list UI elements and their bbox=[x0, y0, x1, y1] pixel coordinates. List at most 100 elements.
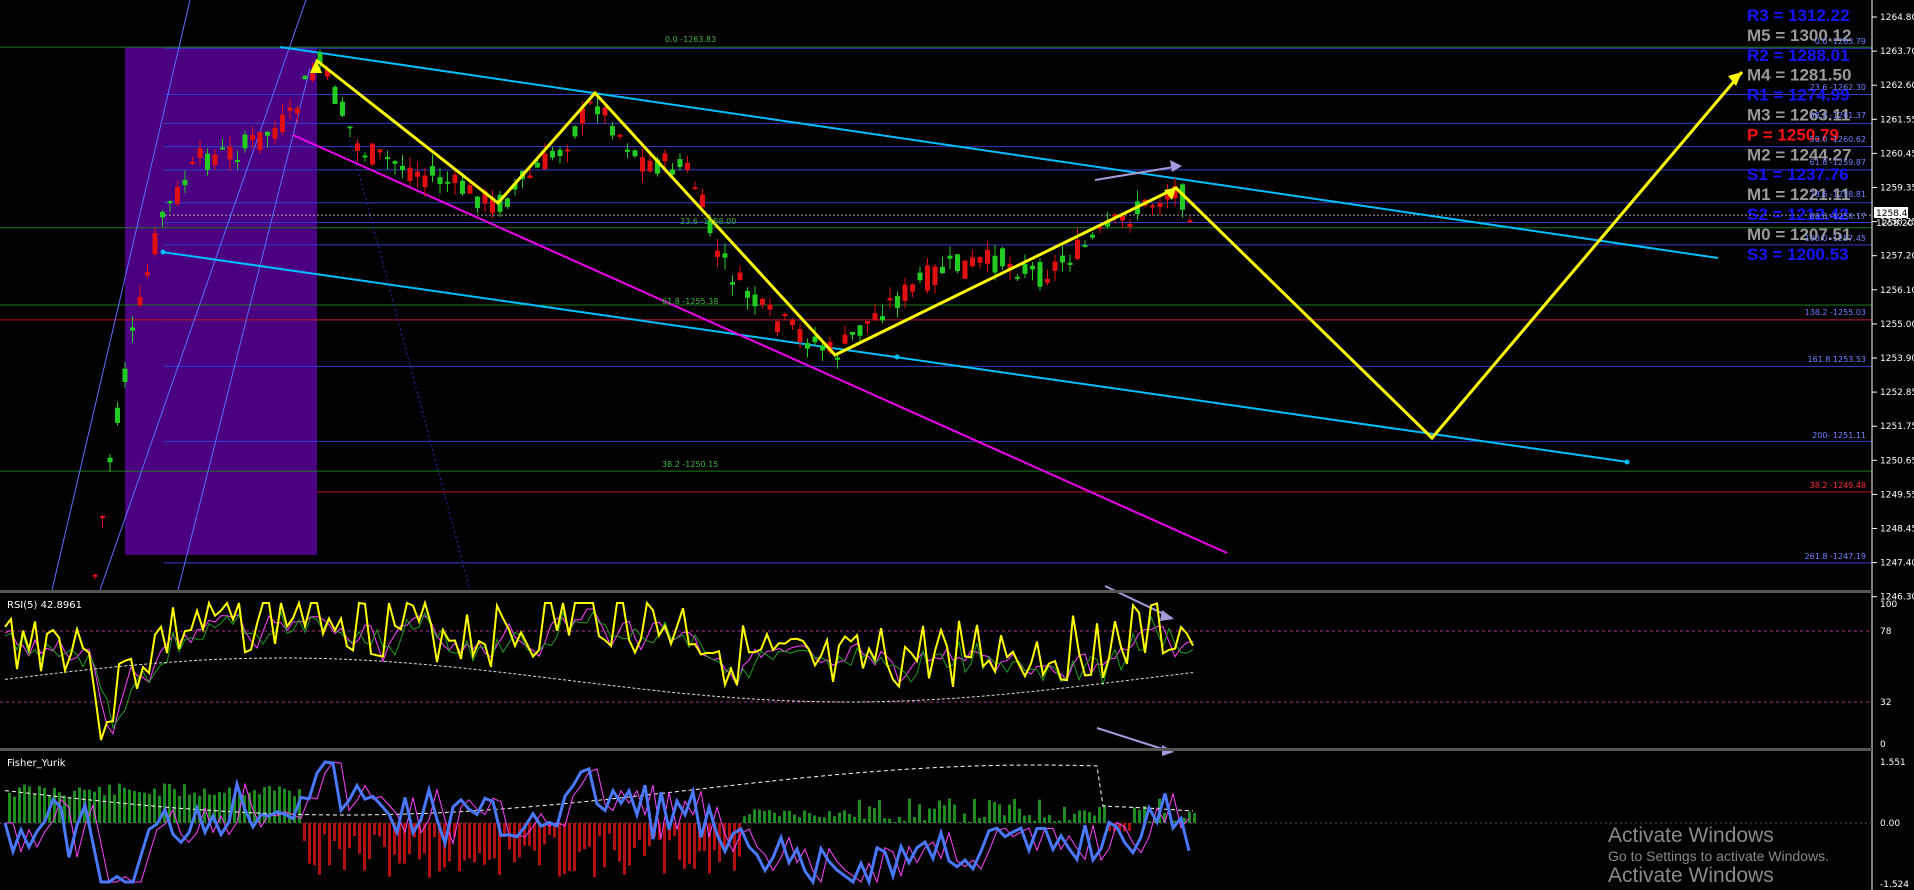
fisher-bar bbox=[948, 798, 951, 823]
price-tick: 1249.55 bbox=[1880, 490, 1914, 500]
candle-body bbox=[460, 180, 465, 194]
candle-body bbox=[452, 174, 458, 184]
candle-body bbox=[535, 162, 540, 168]
candle-body bbox=[370, 143, 375, 165]
fisher-bar bbox=[1138, 810, 1141, 823]
fib-label: 23.6 -1258.00 bbox=[680, 217, 736, 226]
candle-body bbox=[422, 175, 428, 188]
candle-body bbox=[760, 298, 765, 305]
fisher-bar bbox=[13, 796, 16, 823]
price-tick: 1259.35 bbox=[1880, 184, 1914, 194]
price-tick: 1251.75 bbox=[1880, 422, 1914, 432]
pivot-level-label: R2 = 1288.01 bbox=[1747, 46, 1850, 65]
candle-body bbox=[1075, 239, 1080, 260]
fisher-bar bbox=[313, 823, 316, 866]
fisher-bar bbox=[528, 823, 531, 846]
fisher-bar bbox=[753, 809, 756, 823]
fisher-bar bbox=[623, 823, 626, 875]
candle-body bbox=[970, 257, 975, 267]
fisher-bar bbox=[458, 823, 461, 872]
fisher-bar bbox=[963, 813, 966, 823]
fisher-bar bbox=[323, 823, 326, 835]
fib-level-label: 161.8 1253.53 bbox=[1807, 355, 1866, 364]
candle-body bbox=[1030, 265, 1035, 270]
fisher-bar bbox=[1063, 806, 1066, 823]
fisher-bar bbox=[33, 794, 36, 823]
candle-body bbox=[122, 368, 128, 382]
fisher-bar bbox=[318, 823, 321, 875]
candle-body bbox=[1067, 262, 1073, 265]
candle-body bbox=[992, 255, 998, 273]
fisher-bar bbox=[568, 823, 571, 871]
fisher-bar bbox=[893, 821, 896, 823]
candle-body bbox=[700, 194, 705, 208]
candle-body bbox=[715, 250, 720, 257]
candle-body bbox=[790, 319, 795, 326]
candle-body bbox=[640, 157, 645, 172]
fisher-bar bbox=[478, 823, 481, 854]
fisher-bar bbox=[828, 811, 831, 823]
candle-body bbox=[340, 101, 345, 116]
fisher-bar bbox=[788, 811, 791, 823]
fib-level-label: 38.2 -1249.48 bbox=[1810, 481, 1866, 490]
fisher-bar bbox=[613, 823, 616, 851]
candle-body bbox=[430, 166, 435, 176]
fisher-bar bbox=[223, 793, 226, 823]
fisher-bar bbox=[838, 812, 841, 823]
candle-body bbox=[955, 254, 960, 272]
fisher-bar bbox=[973, 799, 976, 823]
candle-body bbox=[985, 249, 990, 264]
fisher-bar bbox=[73, 790, 76, 823]
fisher-bar bbox=[638, 823, 641, 840]
fisher-bar bbox=[368, 823, 371, 860]
candle-body bbox=[1000, 248, 1005, 267]
fisher-bar bbox=[1033, 820, 1036, 823]
fisher-bar bbox=[1058, 820, 1061, 823]
candle-body bbox=[647, 160, 653, 172]
fisher-bar bbox=[1128, 823, 1131, 831]
fisher-bar bbox=[683, 823, 686, 869]
candle-body bbox=[227, 146, 233, 160]
fisher-bar bbox=[1188, 811, 1191, 823]
fisher-bar bbox=[898, 816, 901, 823]
fisher-bar bbox=[468, 823, 471, 859]
fisher-bar bbox=[908, 798, 911, 823]
fisher-bar bbox=[1008, 804, 1011, 823]
fisher-bar bbox=[1003, 815, 1006, 823]
fisher-bar bbox=[873, 808, 876, 823]
fib-level-label: 61.8 -1259.87 bbox=[1810, 158, 1866, 167]
fisher-bar bbox=[958, 822, 961, 823]
fib-label: 38.2 -1250.15 bbox=[662, 460, 718, 469]
candle-body bbox=[295, 108, 300, 114]
candle-body bbox=[977, 256, 983, 263]
candle-body bbox=[332, 86, 338, 104]
fib-level-label: 38.2 -1261.37 bbox=[1810, 111, 1866, 120]
fisher-bar bbox=[428, 823, 431, 878]
fisher-bar bbox=[808, 813, 811, 823]
fisher-bar bbox=[268, 786, 271, 823]
candle-body bbox=[932, 266, 938, 285]
fisher-bar bbox=[998, 804, 1001, 823]
candle-body bbox=[572, 126, 578, 137]
fisher-bar bbox=[203, 788, 206, 823]
fisher-bar bbox=[1078, 810, 1081, 823]
fisher-bar bbox=[863, 818, 866, 823]
fisher-bar bbox=[608, 823, 611, 834]
candle-body bbox=[1082, 244, 1088, 247]
price-tick: 1260.45 bbox=[1880, 149, 1914, 159]
rsi-axis-tick: 32 bbox=[1880, 698, 1891, 708]
fib-level-label: 50.0 -1260.62 bbox=[1810, 135, 1866, 144]
fisher-bar bbox=[983, 816, 986, 823]
candle-body bbox=[887, 298, 893, 301]
rsi-label: RSI(5) 42.8961 bbox=[7, 600, 82, 611]
fisher-bar bbox=[103, 795, 106, 823]
candle-body bbox=[850, 331, 855, 335]
price-tick: 1255.00 bbox=[1880, 320, 1914, 330]
fisher-bar bbox=[853, 816, 856, 823]
candle-body bbox=[1187, 220, 1193, 223]
candle-body bbox=[820, 345, 825, 351]
candle-body bbox=[947, 255, 953, 259]
fisher-bar bbox=[858, 799, 861, 823]
fisher-bar bbox=[138, 791, 141, 823]
fib-label: 61.8 -1255.38 bbox=[662, 297, 718, 306]
